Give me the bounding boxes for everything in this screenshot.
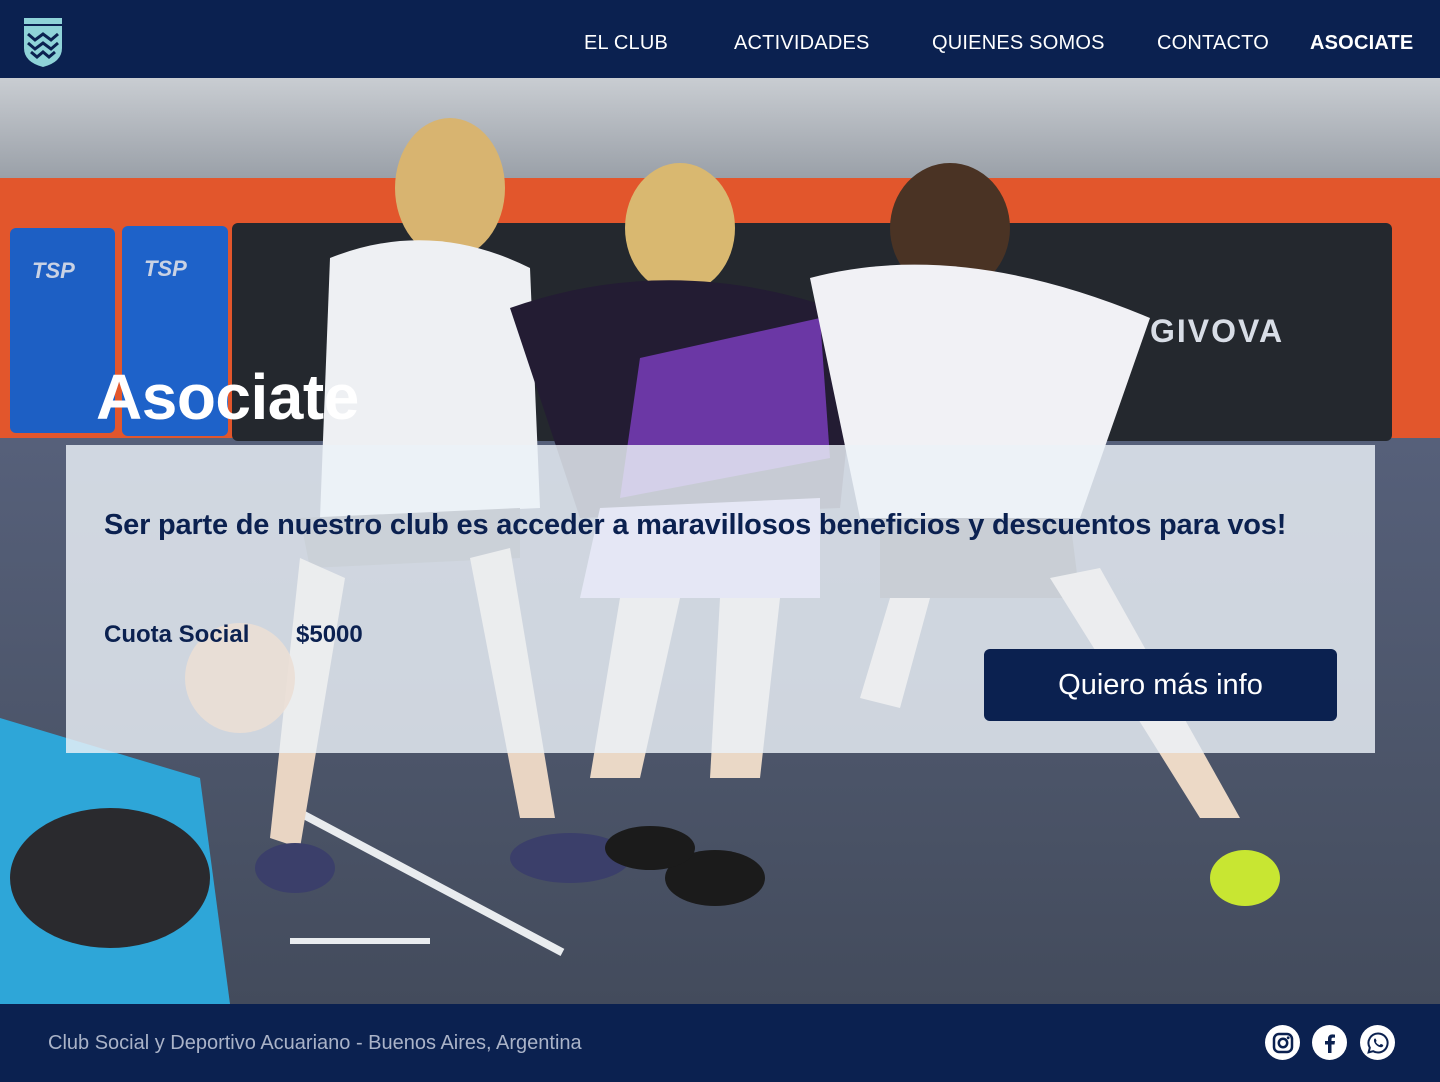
site-footer: Club Social y Deportivo Acuariano - Buen… xyxy=(0,1004,1440,1082)
nav-el-club[interactable]: EL CLUB xyxy=(584,32,668,55)
more-info-button[interactable]: Quiero más info xyxy=(984,649,1337,721)
nav-asociate[interactable]: ASOCIATE xyxy=(1310,32,1413,55)
hero-section: TSP TSP GIVOVA Asociate Ser parte de nue… xyxy=(0,78,1440,1004)
nav-contacto[interactable]: CONTACTO xyxy=(1157,32,1269,55)
membership-description: Ser parte de nuestro club es acceder a m… xyxy=(104,509,1287,541)
whatsapp-icon[interactable] xyxy=(1360,1025,1395,1060)
membership-card: Ser parte de nuestro club es acceder a m… xyxy=(66,445,1375,753)
footer-text: Club Social y Deportivo Acuariano - Buen… xyxy=(48,1032,582,1054)
fee-label: Cuota Social xyxy=(104,621,250,648)
page-title: Asociate xyxy=(96,361,359,433)
instagram-icon[interactable] xyxy=(1265,1025,1300,1060)
main-nav: EL CLUB ACTIVIDADES QUIENES SOMOS CONTAC… xyxy=(0,0,1440,78)
nav-actividades[interactable]: ACTIVIDADES xyxy=(734,32,870,55)
nav-quienes-somos[interactable]: QUIENES SOMOS xyxy=(932,32,1105,55)
fee-value: $5000 xyxy=(296,621,363,648)
facebook-icon[interactable] xyxy=(1312,1025,1347,1060)
site-header: EL CLUB ACTIVIDADES QUIENES SOMOS CONTAC… xyxy=(0,0,1440,78)
